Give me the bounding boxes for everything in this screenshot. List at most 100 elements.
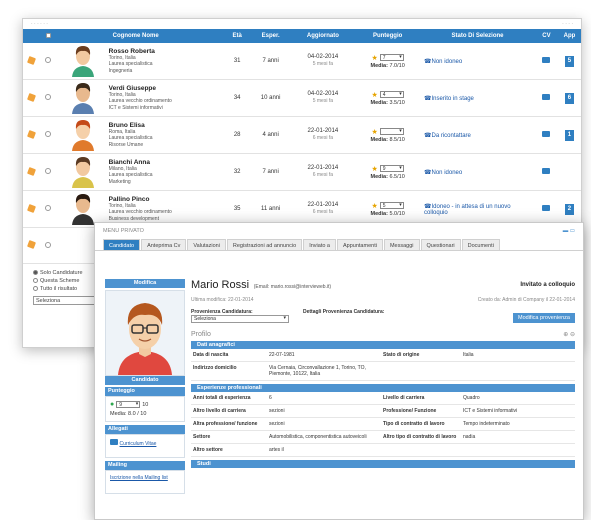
tab-documenti[interactable]: Documenti xyxy=(461,239,500,250)
table-row[interactable]: Bianchi Anna Milano, Italia Laurea speci… xyxy=(23,153,581,191)
modifica-button[interactable]: Modifica xyxy=(105,279,185,288)
phone-icon: ☎ xyxy=(424,132,432,139)
folder-icon[interactable] xyxy=(542,57,551,63)
stato-link[interactable]: Non idoneo xyxy=(432,170,463,176)
tab-appuntamenti[interactable]: Appuntamenti xyxy=(337,239,383,250)
col-punteggio[interactable]: Punteggio xyxy=(355,29,421,43)
score-select[interactable]: 9 xyxy=(379,165,404,172)
name-header: Mario Rossi (Email: mario.rossi@intervie… xyxy=(191,279,575,291)
updated-ago: 6 mesi fa xyxy=(312,209,333,215)
table-row[interactable]: Verdi Giuseppe Torino, Italia Laurea vec… xyxy=(23,79,581,117)
star-icon: ★ xyxy=(371,202,378,210)
row-checkbox[interactable] xyxy=(45,57,52,63)
folder-icon[interactable] xyxy=(542,94,551,100)
edit-icon[interactable] xyxy=(26,240,36,249)
tab-anteprima-cv[interactable]: Anteprima Cv xyxy=(141,239,187,250)
folder-icon[interactable] xyxy=(542,131,551,137)
candidate-name[interactable]: Verdi Giuseppe xyxy=(109,85,224,92)
edit-icon[interactable] xyxy=(26,55,36,65)
section-anagrafici[interactable]: Dati anagrafici xyxy=(191,341,575,349)
radio-icon[interactable] xyxy=(33,286,38,292)
row-checkbox[interactable] xyxy=(45,168,52,174)
app-count-badge[interactable]: 1 xyxy=(564,129,574,141)
edit-cell xyxy=(23,190,40,228)
score-select[interactable]: 5 xyxy=(379,202,404,209)
tab-messaggi[interactable]: Messaggi xyxy=(383,239,420,250)
col-esp[interactable]: Esper. xyxy=(250,29,291,43)
candidate-name[interactable]: Pallino Pinco xyxy=(109,196,224,203)
cv-link[interactable]: Curriculum Vitae xyxy=(120,441,157,447)
field-label: Altra professione/ funzione xyxy=(191,418,267,431)
tab-candidato[interactable]: Candidato xyxy=(103,239,141,250)
folder-icon[interactable] xyxy=(542,168,551,174)
field-label xyxy=(381,444,461,457)
row-checkbox[interactable] xyxy=(45,241,52,248)
field-label: Altro tipo di contratto di lavoro xyxy=(381,431,461,444)
edit-icon[interactable] xyxy=(26,203,36,213)
candidate-field: Marketing xyxy=(108,178,131,185)
eta-cell: 31 xyxy=(223,43,251,80)
score-select[interactable]: 9 xyxy=(116,401,141,408)
col-eta[interactable]: Età xyxy=(223,29,251,43)
radio-icon[interactable] xyxy=(33,270,38,276)
edit-cell xyxy=(23,227,40,264)
row-checkbox[interactable] xyxy=(45,205,52,211)
tab-questionari[interactable]: Questionari xyxy=(420,239,461,250)
section-studi[interactable]: Studi xyxy=(191,460,575,468)
provenienza-select[interactable]: Seleziona xyxy=(191,315,289,323)
candidato-label: Candidato xyxy=(105,376,185,385)
stato-link[interactable]: Da ricontattare xyxy=(432,133,471,139)
stato-link[interactable]: Idoneo - in attesa di un nuovo colloquio xyxy=(424,204,511,216)
table-row[interactable]: Bruno Elisa Roma, Italia Laurea speciali… xyxy=(23,116,581,154)
row-checkbox[interactable] xyxy=(45,131,52,137)
col-stato[interactable]: Stato Di Selezione xyxy=(420,29,535,43)
candidate-photo xyxy=(105,290,185,376)
created-by: Creato da: Admin di Company il 22-01-201… xyxy=(477,297,575,303)
row-checkbox[interactable] xyxy=(45,94,52,100)
updated-cell: 22-01-2014 6 mesi fa xyxy=(290,153,356,191)
stato-cell: ☎Non idoneo xyxy=(420,43,535,80)
stato-link[interactable]: Non idoneo xyxy=(432,59,463,65)
candidate-email[interactable]: (Email: mario.rossi@intervieweb.it) xyxy=(254,284,331,290)
candidate-name[interactable]: Bianchi Anna xyxy=(109,159,224,166)
col-app[interactable]: App xyxy=(557,29,581,43)
score-select[interactable]: 4 xyxy=(379,91,404,98)
updated-date: 22-01-2014 xyxy=(307,165,339,171)
score-select[interactable]: 7 xyxy=(379,54,404,61)
eta-cell: 34 xyxy=(223,79,251,117)
edit-icon[interactable] xyxy=(26,92,36,102)
collapse-icons[interactable]: ⊕ ⊖ xyxy=(563,331,575,338)
field-value xyxy=(461,444,575,457)
field-value: ICT e Sistemi informativi xyxy=(461,405,575,418)
modifica-provenienza-button[interactable]: Modifica provenienza xyxy=(513,313,575,323)
app-count-badge[interactable]: 6 xyxy=(564,92,574,104)
section-esperienze[interactable]: Esperienze professionali xyxy=(191,384,575,392)
col-name[interactable]: Cognome Nome xyxy=(108,29,224,43)
tab-registrazioni[interactable]: Registrazioni ad annuncio xyxy=(226,239,303,250)
edit-icon[interactable] xyxy=(26,129,36,139)
window-controls[interactable]: ▬ ▭ xyxy=(563,228,575,234)
radio-icon[interactable] xyxy=(33,278,38,284)
field-value: Via Cernaia, Circonvallazione 1, Torino,… xyxy=(267,362,381,381)
avatar-icon xyxy=(71,157,94,188)
score-select[interactable] xyxy=(379,128,404,135)
phone-icon: ☎ xyxy=(424,95,432,102)
tab-inviato-a[interactable]: Inviato a xyxy=(303,239,336,250)
candidate-name[interactable]: Rosso Roberta xyxy=(109,48,224,55)
table-row[interactable]: Rosso Roberta Torino, Italia Laurea spec… xyxy=(23,43,581,80)
score-media: 5.0/10 xyxy=(389,210,405,217)
col-aggiornato[interactable]: Aggiornato xyxy=(290,29,356,43)
select-all-checkbox[interactable] xyxy=(45,32,51,38)
mailing-link[interactable]: Iscrizione nella Mailing list xyxy=(110,475,168,481)
cv-cell xyxy=(534,43,558,80)
stato-link[interactable]: Inserito in stage xyxy=(432,96,474,102)
tab-valutazioni[interactable]: Valutazioni xyxy=(187,239,226,250)
cv-cell xyxy=(534,79,558,117)
status-label[interactable]: Invitato a colloquio xyxy=(520,282,575,288)
app-count-badge[interactable]: 2 xyxy=(564,203,574,215)
col-cv[interactable]: CV xyxy=(534,29,558,43)
folder-icon[interactable] xyxy=(542,205,551,211)
candidate-name[interactable]: Bruno Elisa xyxy=(109,122,224,129)
app-count-badge[interactable]: 5 xyxy=(564,55,574,67)
edit-icon[interactable] xyxy=(26,166,36,176)
